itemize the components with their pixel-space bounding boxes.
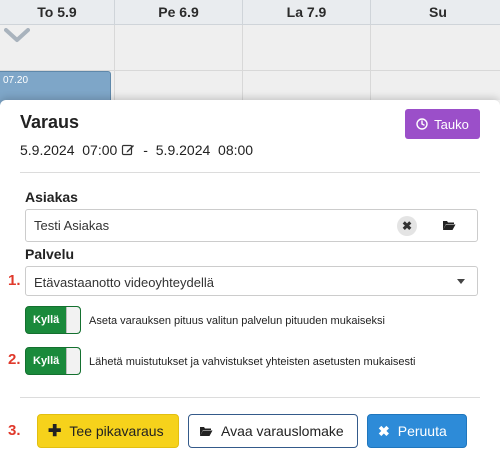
day-header-thursday[interactable]: To 5.9 bbox=[0, 0, 115, 25]
start-datetime: 5.9.2024 07:00 bbox=[20, 142, 118, 158]
duration-toggle[interactable]: Kyllä bbox=[25, 306, 81, 334]
quick-reservation-label: Tee pikavaraus bbox=[69, 423, 164, 439]
grid-column[interactable] bbox=[371, 25, 500, 100]
service-select[interactable]: Etävastaanotto videoyhteydellä bbox=[25, 266, 478, 296]
plus-icon: ✚ bbox=[48, 423, 62, 440]
event-time: 07.20 bbox=[3, 75, 29, 86]
caret-down-icon bbox=[457, 279, 465, 284]
clear-customer-button[interactable]: ✖ bbox=[397, 216, 417, 236]
cancel-button[interactable]: ✖ Peruuta bbox=[367, 414, 467, 448]
clock-icon bbox=[416, 118, 428, 130]
divider bbox=[20, 397, 480, 398]
toggle-knob bbox=[66, 307, 80, 333]
toggle-label: Kyllä bbox=[33, 314, 60, 326]
divider bbox=[20, 172, 480, 173]
notification-toggle-text: Lähetä muistutukset ja vahvistukset yhte… bbox=[89, 356, 416, 368]
folder-open-icon[interactable] bbox=[442, 219, 456, 231]
quick-reservation-button[interactable]: ✚ Tee pikavaraus bbox=[37, 414, 179, 448]
step-number: 2. bbox=[8, 351, 21, 368]
customer-field[interactable]: ✖ bbox=[25, 209, 478, 242]
cancel-label: Peruuta bbox=[397, 423, 447, 439]
service-label: Palvelu bbox=[25, 246, 75, 262]
reservation-datetime: 5.9.2024 07:00 - 5.9.2024 08:00 bbox=[20, 142, 253, 158]
notification-toggle[interactable]: Kyllä bbox=[25, 347, 81, 375]
grid-column[interactable] bbox=[115, 25, 243, 100]
step-number: 1. bbox=[8, 272, 21, 289]
break-button-label: Tauko bbox=[434, 116, 469, 132]
customer-input[interactable] bbox=[34, 218, 374, 233]
toggle-label: Kyllä bbox=[33, 355, 60, 367]
day-header-friday[interactable]: Pe 6.9 bbox=[115, 0, 243, 25]
open-form-label: Avaa varauslomake bbox=[221, 423, 344, 439]
close-icon: ✖ bbox=[401, 219, 413, 233]
break-button[interactable]: Tauko bbox=[405, 109, 480, 139]
customer-label: Asiakas bbox=[25, 189, 78, 205]
day-header-saturday[interactable]: La 7.9 bbox=[243, 0, 371, 25]
edit-icon[interactable] bbox=[121, 143, 135, 157]
chevron-down-icon[interactable] bbox=[4, 28, 30, 44]
step-number: 3. bbox=[8, 422, 21, 439]
duration-toggle-text: Aseta varauksen pituus valitun palvelun … bbox=[89, 315, 385, 327]
folder-open-icon bbox=[200, 427, 213, 436]
calendar-header: To 5.9 Pe 6.9 La 7.9 Su bbox=[0, 0, 500, 25]
reservation-modal: Varaus Tauko 5.9.2024 07:00 - 5.9.2024 0… bbox=[0, 100, 500, 464]
end-datetime: 5.9.2024 08:00 bbox=[155, 142, 254, 158]
close-icon: ✖ bbox=[378, 422, 390, 439]
grid-column[interactable] bbox=[243, 25, 371, 100]
day-header-sunday[interactable]: Su bbox=[371, 0, 500, 25]
service-selected-value: Etävastaanotto videoyhteydellä bbox=[34, 275, 214, 290]
datetime-separator: - bbox=[139, 142, 152, 158]
toggle-knob bbox=[66, 348, 80, 374]
open-form-button[interactable]: Avaa varauslomake bbox=[188, 414, 358, 448]
modal-title: Varaus bbox=[20, 112, 80, 132]
